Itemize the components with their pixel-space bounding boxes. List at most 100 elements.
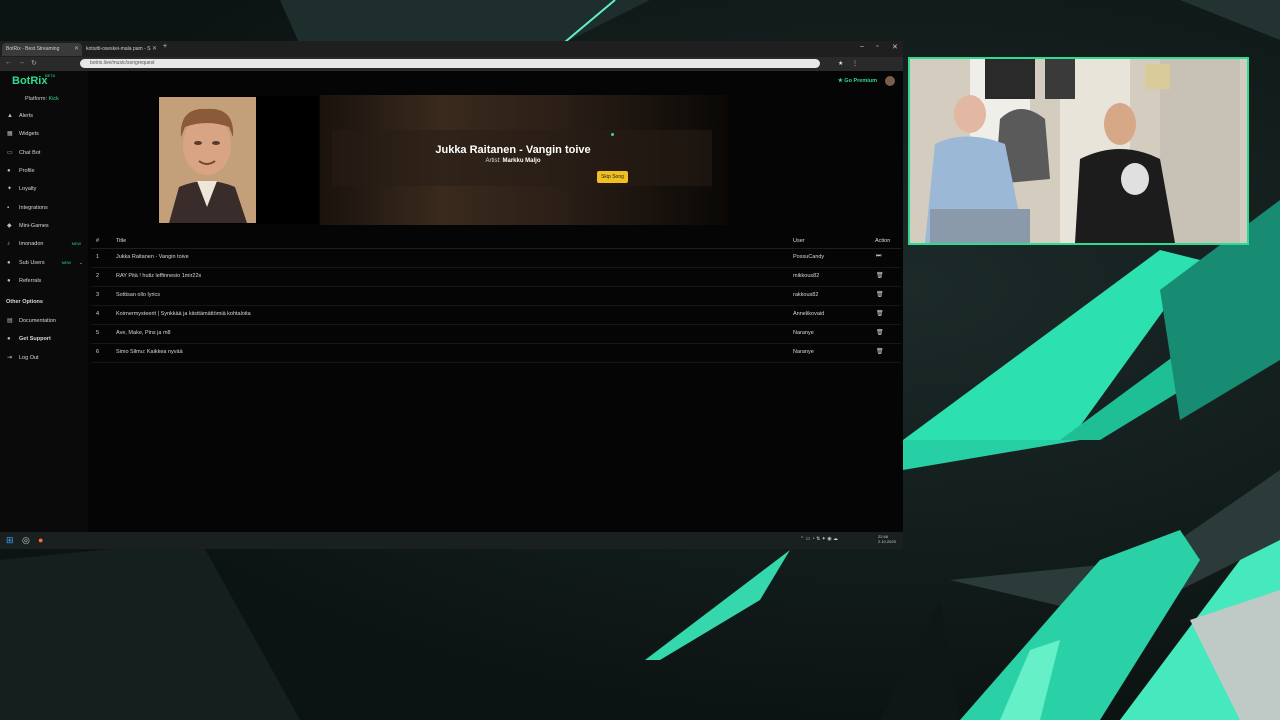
portrait-image — [159, 97, 256, 223]
artist-name: Markku Maljo — [502, 158, 541, 164]
close-icon[interactable]: ✕ — [152, 43, 157, 56]
table-row: 5 Ave, Make, Pins ja m8 Naranye 🗑 — [91, 325, 901, 344]
support-icon: ● — [7, 336, 11, 342]
sidebar-item-documentation[interactable]: ▤ Documentation — [7, 315, 85, 327]
trash-icon[interactable]: 🗑 — [876, 329, 884, 336]
row-title: Sottisan ollo lyrics — [116, 292, 161, 298]
sidebar-item-label: Integrations — [19, 205, 48, 211]
url-input[interactable]: botrix.live/music/songrequest — [80, 59, 820, 68]
sidebar-item-get-support[interactable]: ● Get Support — [7, 333, 85, 345]
column-header-user: User — [793, 238, 805, 244]
firefox-icon[interactable]: ● — [38, 535, 43, 545]
row-number: 2 — [96, 273, 100, 279]
row-user: mikkous82 — [793, 273, 820, 279]
address-bar: ← → ↻ botrix.live/music/songrequest ★ ⋮ — [0, 57, 903, 71]
sidebar-item-loyalty[interactable]: ✦ Loyalty — [7, 183, 85, 195]
platform-label: Platform: — [25, 96, 48, 102]
row-number: 5 — [96, 330, 100, 336]
sidebar-item-chat-bot[interactable]: ▭ Chat Bot — [7, 147, 85, 159]
sidebar-item-integrations[interactable]: ▪ Integrations — [7, 202, 85, 214]
row-number: 1 — [96, 254, 100, 260]
sidebar-item-label: Sub Users — [19, 260, 45, 266]
tab-second[interactable]: kotiutti-oseskei-mala pam - S ✕ — [82, 43, 160, 56]
sidebar-item-label: Documentation — [19, 318, 56, 324]
sidebar-item-label: Alerts — [19, 113, 34, 119]
logo: BotRix — [12, 75, 48, 87]
row-title: Ave, Make, Pins ja m8 — [116, 330, 171, 336]
sidebar-item-label: Widgets — [19, 131, 39, 137]
trash-icon[interactable]: 🗑 — [876, 348, 884, 355]
sidebar-item-music[interactable]: ♪ Imonadon NEW — [7, 238, 85, 250]
sidebar-item-mini-games[interactable]: ◆ Mini-Games — [7, 220, 85, 232]
start-icon[interactable]: ⊞ — [6, 535, 14, 546]
clock-date: 2.10.2025 — [878, 539, 896, 544]
sidebar-item-log-out[interactable]: ⇥ Log Out — [7, 352, 85, 364]
new-badge: NEW — [61, 260, 71, 265]
webcam-scene — [910, 59, 1247, 243]
plug-icon: ▪ — [7, 205, 10, 211]
reload-icon[interactable]: ↻ — [31, 59, 37, 67]
row-title: Koirnermysteerit | Synkkää ja kiisttämät… — [116, 311, 251, 317]
table-row: 1 Jukka Raitanen - Vangin toive PossuCan… — [91, 249, 901, 268]
row-user: Naranye — [793, 330, 814, 336]
row-number: 3 — [96, 292, 100, 298]
sidebar-item-sub-users[interactable]: ● Sub Users NEW ⌄ — [7, 257, 85, 269]
skip-icon[interactable]: ⏭ — [876, 253, 881, 260]
beta-badge: BETA — [45, 73, 56, 78]
close-icon[interactable]: ✕ — [74, 43, 79, 56]
tab-bar: BotRix - Best Streaming ✕ kotiutti-osesk… — [0, 41, 903, 57]
skip-song-button[interactable]: Skip Song — [597, 171, 628, 183]
sidebar: BotRix BETA Platform: Kick ▲ Alerts ▦ Widg… — [0, 71, 88, 533]
bookmark-icon[interactable]: ★ — [838, 60, 843, 67]
platform-indicator[interactable]: Platform: Kick — [25, 96, 59, 102]
trash-icon[interactable]: 🗑 — [876, 272, 884, 279]
artist-label: Artist: — [485, 158, 501, 164]
table-row: 4 Koirnermysteerit | Synkkää ja kiisttäm… — [91, 306, 901, 325]
trash-icon[interactable]: 🗑 — [876, 310, 884, 317]
table-row: 2 RAY Pitä ! hutiz leffinnesio 1mir22s m… — [91, 268, 901, 287]
go-premium-button[interactable]: ★ Go Premium — [838, 78, 877, 84]
row-user: PossuCandy — [793, 254, 825, 260]
system-tray-icons[interactable]: ⌃ ▭ ◔ ⇅ ✦ ◉ ☁ — [800, 536, 838, 542]
back-icon[interactable]: ← — [5, 59, 12, 66]
search-icon[interactable]: ◎ — [22, 535, 30, 546]
other-options-title: Other Options — [6, 299, 43, 305]
sidebar-item-label: Get Support — [19, 336, 51, 342]
row-number: 6 — [96, 349, 100, 355]
playing-indicator-icon — [611, 133, 614, 136]
clock[interactable]: 22:46 2.10.2025 — [878, 534, 896, 544]
trash-icon[interactable]: 🗑 — [876, 291, 884, 298]
tab-botrix[interactable]: BotRix - Best Streaming ✕ — [2, 43, 82, 56]
avatar[interactable] — [885, 76, 895, 86]
forward-icon[interactable]: → — [18, 59, 25, 66]
go-premium-label: Go Premium — [844, 78, 877, 84]
row-user: Annelikovaid — [793, 311, 825, 317]
sidebar-item-alerts[interactable]: ▲ Alerts — [7, 110, 85, 122]
maximize-icon[interactable]: ▫ — [876, 43, 878, 50]
new-badge: NEW — [71, 241, 81, 246]
sidebar-item-label: Log Out — [19, 355, 39, 361]
album-cover — [159, 97, 256, 223]
game-icon: ◆ — [7, 223, 12, 229]
sidebar-item-profile[interactable]: ● Profile — [7, 165, 85, 177]
row-title: Jukka Raitanen - Vangin toive — [116, 254, 189, 260]
webcam-overlay — [908, 57, 1249, 245]
taskbar: ⊞ ◎ ● ⌃ ▭ ◔ ⇅ ✦ ◉ ☁ 22:46 2.10.2025 — [0, 532, 903, 549]
sidebar-item-widgets[interactable]: ▦ Widgets — [7, 128, 85, 140]
tab-label: BotRix - Best Streaming — [6, 46, 60, 52]
sidebar-item-label: Imonadon — [19, 241, 44, 247]
row-title: RAY Pitä ! hutiz leffinnesio 1mir22s — [116, 273, 202, 279]
platform-value: Kick — [48, 96, 59, 102]
new-tab-button[interactable]: + — [163, 43, 167, 50]
main-content: ★ Go Premium Jukka Raitanen - Vangin toi… — [88, 71, 903, 533]
users-icon: ● — [7, 260, 11, 266]
close-window-icon[interactable]: ✕ — [892, 43, 898, 51]
grid-icon: ▦ — [7, 131, 13, 137]
row-user: rakkous82 — [793, 292, 819, 298]
table-row: 3 Sottisan ollo lyrics rakkous82 🗑 — [91, 287, 901, 306]
minimize-icon[interactable]: – — [860, 43, 864, 50]
extensions-icon[interactable]: ⋮ — [852, 60, 858, 67]
doc-icon: ▤ — [7, 318, 13, 324]
user-icon: ● — [7, 168, 11, 174]
sidebar-item-referrals[interactable]: ● Referrals — [7, 275, 85, 287]
